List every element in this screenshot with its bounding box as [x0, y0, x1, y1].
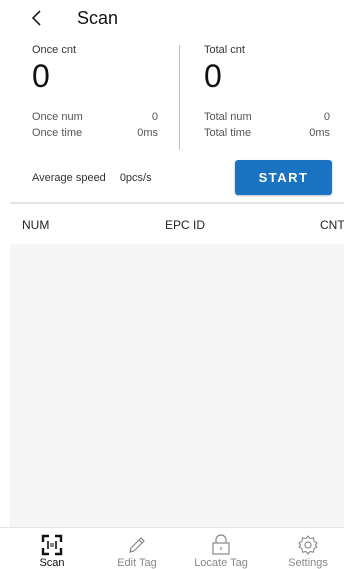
once-time-value: 0ms — [137, 127, 158, 139]
table-header: NUM EPC ID CNT — [0, 207, 344, 243]
tab-locate-tag-label: Locate Tag — [194, 557, 248, 569]
once-time-label: Once time — [32, 127, 83, 139]
total-num-label: Total num — [204, 111, 252, 123]
total-time-value: 0ms — [309, 127, 330, 139]
once-num-row: Once num 0 — [32, 111, 158, 127]
tab-locate-tag[interactable]: Locate Tag — [186, 534, 256, 569]
column-header-num: NUM — [22, 218, 50, 232]
page-title: Scan — [77, 8, 119, 28]
scan-icon — [41, 534, 63, 556]
once-num-value: 0 — [151, 111, 158, 123]
tab-scan-label: Scan — [39, 557, 65, 569]
once-stats: Once cnt 0 Once num 0 Once time 0ms — [32, 44, 158, 143]
pencil-icon — [129, 537, 145, 553]
total-num-row: Total num 0 — [204, 111, 330, 127]
start-button[interactable]: START — [235, 160, 332, 195]
once-cnt-label: Once cnt — [32, 44, 77, 56]
tab-edit-tag-label: Edit Tag — [117, 557, 157, 569]
tab-settings[interactable]: Settings — [273, 534, 343, 569]
chevron-left-icon — [31, 10, 41, 26]
tab-edit-tag[interactable]: Edit Tag — [102, 534, 172, 569]
average-speed-value: 0pcs/s — [119, 172, 152, 184]
average-speed-label: Average speed — [32, 172, 106, 184]
tab-settings-label: Settings — [288, 557, 328, 569]
stats-panel: Once cnt 0 Once num 0 Once time 0ms Tota… — [0, 36, 344, 156]
column-header-cnt: CNT — [320, 218, 344, 232]
section-divider — [10, 202, 344, 204]
once-num-label: Once num — [32, 111, 83, 123]
once-cnt-value: 0 — [32, 58, 50, 94]
tab-scan[interactable]: Scan — [17, 534, 87, 569]
tag-list[interactable] — [10, 244, 344, 527]
total-cnt-value: 0 — [204, 58, 222, 94]
column-header-epc-id: EPC ID — [165, 218, 206, 232]
bottom-navigation: Scan Edit Tag Locate Tag Settings — [0, 527, 344, 569]
total-time-row: Total time 0ms — [204, 127, 330, 143]
gear-icon — [298, 535, 318, 555]
stats-divider — [179, 45, 180, 150]
total-stats: Total cnt 0 Total num 0 Total time 0ms — [204, 44, 330, 143]
once-time-row: Once time 0ms — [32, 127, 158, 143]
average-speed: Average speed 0pcs/s — [32, 172, 152, 184]
total-num-value: 0 — [323, 111, 330, 123]
lock-icon — [212, 534, 230, 555]
back-button[interactable] — [28, 6, 48, 30]
total-time-label: Total time — [204, 127, 252, 139]
app-header: Scan — [0, 0, 344, 36]
total-cnt-label: Total cnt — [204, 44, 245, 56]
